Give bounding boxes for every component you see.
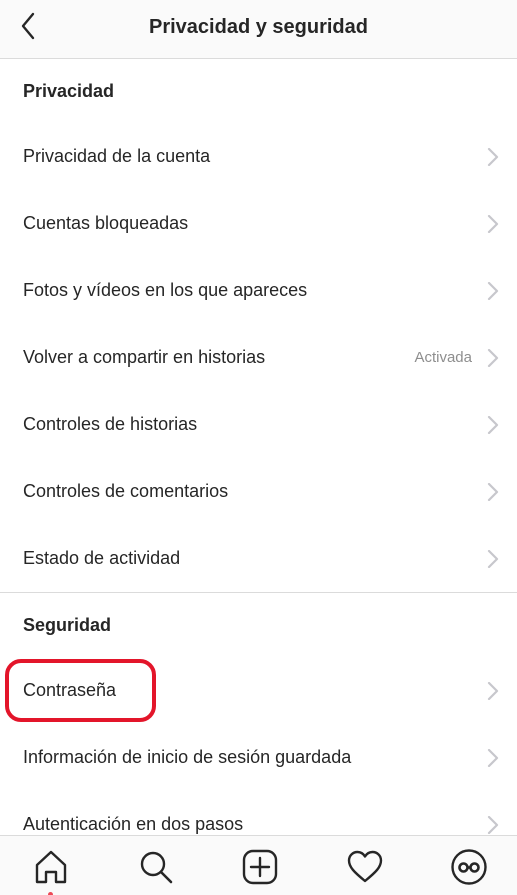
- page-title: Privacidad y seguridad: [149, 16, 368, 38]
- chevron-right-icon: [487, 147, 499, 166]
- row-fotos-videos[interactable]: Fotos y vídeos en los que apareces: [0, 257, 517, 324]
- row-controles-comentarios[interactable]: Controles de comentarios: [0, 458, 517, 525]
- chevron-right-icon: [487, 482, 499, 501]
- bottom-tab-bar: [0, 835, 517, 895]
- activity-heart-icon: [347, 850, 383, 883]
- row-controles-historias[interactable]: Controles de historias: [0, 391, 517, 458]
- section-title-privacidad: Privacidad: [23, 81, 115, 101]
- tab-home[interactable]: [32, 848, 70, 886]
- row-contrasena[interactable]: Contraseña: [0, 657, 517, 724]
- chevron-right-icon: [487, 748, 499, 767]
- row-label: Estado de actividad: [23, 548, 181, 568]
- row-label: Cuentas bloqueadas: [23, 213, 189, 233]
- row-label: Información de inicio de sesión guardada: [23, 747, 352, 767]
- new-post-icon: [242, 849, 278, 885]
- section-title-seguridad: Seguridad: [23, 615, 112, 635]
- row-autenticacion-dos-pasos[interactable]: Autenticación en dos pasos: [0, 791, 517, 835]
- row-label: Contraseña: [23, 680, 117, 700]
- profile-icon: [451, 849, 487, 885]
- row-status-value: Activada: [414, 349, 472, 366]
- home-icon: [35, 850, 67, 884]
- chevron-right-icon: [487, 214, 499, 233]
- tab-new-post[interactable]: [241, 848, 279, 886]
- row-privacidad-cuenta[interactable]: Privacidad de la cuenta: [0, 123, 517, 190]
- row-label: Autenticación en dos pasos: [23, 814, 244, 834]
- top-bar: Privacidad y seguridad: [0, 0, 517, 59]
- tab-profile[interactable]: [450, 848, 488, 886]
- tab-search[interactable]: [137, 848, 175, 886]
- search-icon: [140, 851, 173, 884]
- chevron-right-icon: [487, 681, 499, 700]
- chevron-right-icon: [487, 549, 499, 568]
- settings-list: Privacidad Privacidad de la cuenta Cuent…: [0, 59, 517, 835]
- row-label: Controles de comentarios: [23, 481, 229, 501]
- chevron-right-icon: [487, 815, 499, 834]
- row-label: Privacidad de la cuenta: [23, 146, 211, 166]
- row-label: Fotos y vídeos en los que apareces: [23, 280, 308, 300]
- row-estado-actividad[interactable]: Estado de actividad: [0, 525, 517, 592]
- row-label: Controles de historias: [23, 414, 198, 434]
- chevron-right-icon: [487, 415, 499, 434]
- row-info-inicio-sesion[interactable]: Información de inicio de sesión guardada: [0, 724, 517, 791]
- chevron-right-icon: [487, 348, 499, 367]
- chevron-right-icon: [487, 281, 499, 300]
- tab-activity[interactable]: [346, 848, 384, 886]
- row-cuentas-bloqueadas[interactable]: Cuentas bloqueadas: [0, 190, 517, 257]
- row-volver-compartir[interactable]: Volver a compartir en historias Activada: [0, 324, 517, 391]
